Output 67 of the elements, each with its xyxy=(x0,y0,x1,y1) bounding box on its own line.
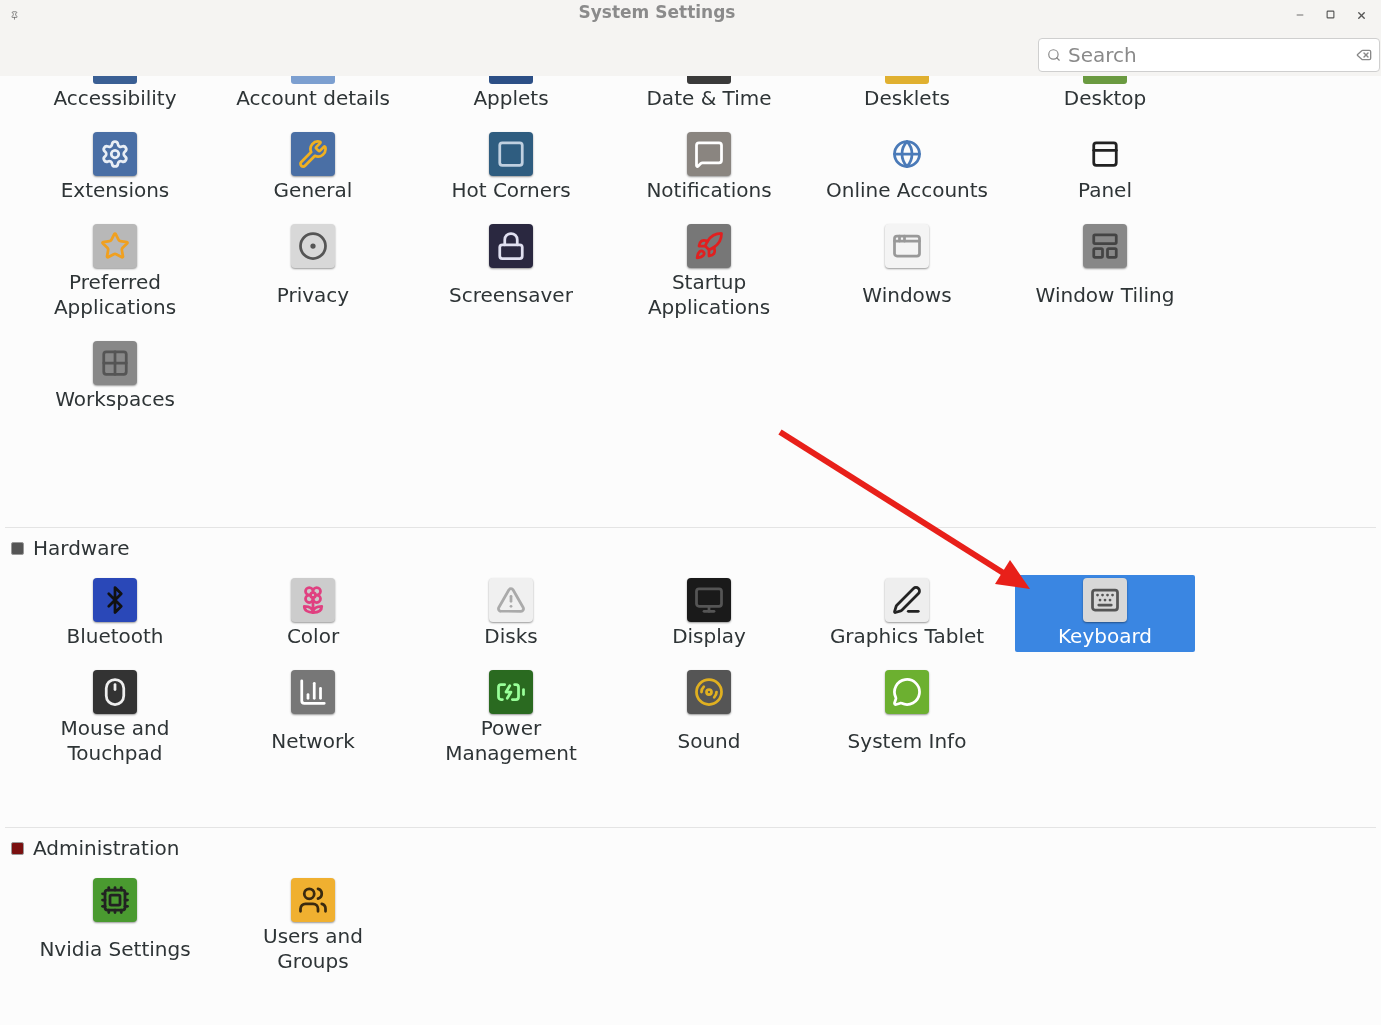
app-icon xyxy=(1083,76,1127,84)
settings-item[interactable]: Startup Applications xyxy=(619,221,799,323)
settings-item[interactable]: Workspaces xyxy=(25,338,205,415)
tablet-pen-icon xyxy=(885,578,929,622)
app-icon xyxy=(489,76,533,84)
search-icon xyxy=(1047,48,1061,62)
settings-item[interactable]: Network xyxy=(223,667,403,769)
section-title: Hardware xyxy=(33,536,130,561)
settings-item[interactable]: Screensaver xyxy=(421,221,601,323)
settings-item[interactable]: Extensions xyxy=(25,129,205,206)
settings-item[interactable]: Desklets xyxy=(817,76,997,114)
settings-item[interactable]: Keyboard xyxy=(1015,575,1195,652)
settings-item[interactable]: Mouse and Touchpad xyxy=(25,667,205,769)
app-icon xyxy=(93,76,137,84)
settings-item[interactable]: Applets xyxy=(421,76,601,114)
app-icon xyxy=(885,76,929,84)
clear-icon xyxy=(1356,47,1372,63)
settings-item[interactable]: Account details xyxy=(223,76,403,114)
window-icon xyxy=(885,224,929,268)
keyboard-icon xyxy=(1083,578,1127,622)
pin-button[interactable] xyxy=(10,10,19,20)
app-icon xyxy=(291,76,335,84)
settings-item[interactable]: Users and Groups xyxy=(223,875,403,977)
settings-item[interactable]: Window Tiling xyxy=(1015,221,1195,323)
app-icon xyxy=(687,76,731,84)
tiling-icon xyxy=(1083,224,1127,268)
settings-item[interactable]: Hot Corners xyxy=(421,129,601,206)
settings-item[interactable]: Color xyxy=(223,575,403,652)
settings-item[interactable]: Nvidia Settings xyxy=(25,875,205,977)
section-icon xyxy=(11,542,24,555)
workspaces-icon xyxy=(93,341,137,385)
section-icon xyxy=(11,842,24,855)
settings-item[interactable]: System Info xyxy=(817,667,997,769)
battery-icon xyxy=(489,670,533,714)
settings-item[interactable]: Sound xyxy=(619,667,799,769)
speech-bubble-icon xyxy=(687,132,731,176)
settings-item[interactable]: Disks xyxy=(421,575,601,652)
lock-icon xyxy=(489,224,533,268)
section-title: Administration xyxy=(33,836,180,861)
settings-item[interactable]: Online Accounts xyxy=(817,129,997,206)
settings-item[interactable]: Accessibility xyxy=(25,76,205,114)
settings-item[interactable]: Graphics Tablet xyxy=(817,575,997,652)
search-field[interactable]: Search xyxy=(1038,38,1380,72)
color-flower-icon xyxy=(291,578,335,622)
settings-item[interactable]: Panel xyxy=(1015,129,1195,206)
settings-item[interactable]: Date & Time xyxy=(619,76,799,114)
gear-icon xyxy=(93,132,137,176)
maximize-button[interactable] xyxy=(1326,9,1335,19)
settings-item[interactable]: Power Management xyxy=(421,667,601,769)
wrench-icon xyxy=(291,132,335,176)
settings-item[interactable]: Notifications xyxy=(619,129,799,206)
circuit-board-icon xyxy=(93,878,137,922)
display-icon xyxy=(687,578,731,622)
mouse-icon xyxy=(93,670,137,714)
close-button[interactable] xyxy=(1356,9,1367,21)
settings-item[interactable]: Preferred Applications xyxy=(25,221,205,323)
bluetooth-icon xyxy=(93,578,137,622)
settings-item[interactable]: Privacy xyxy=(223,221,403,323)
settings-item[interactable]: Bluetooth xyxy=(25,575,205,652)
settings-item[interactable]: Display xyxy=(619,575,799,652)
settings-item[interactable]: Desktop xyxy=(1015,76,1195,114)
people-icon xyxy=(291,878,335,922)
signal-bars-icon xyxy=(291,670,335,714)
settings-item[interactable]: Windows xyxy=(817,221,997,323)
settings-item[interactable]: General xyxy=(223,129,403,206)
window-title: System Settings xyxy=(577,1,737,25)
rocket-icon xyxy=(687,224,731,268)
